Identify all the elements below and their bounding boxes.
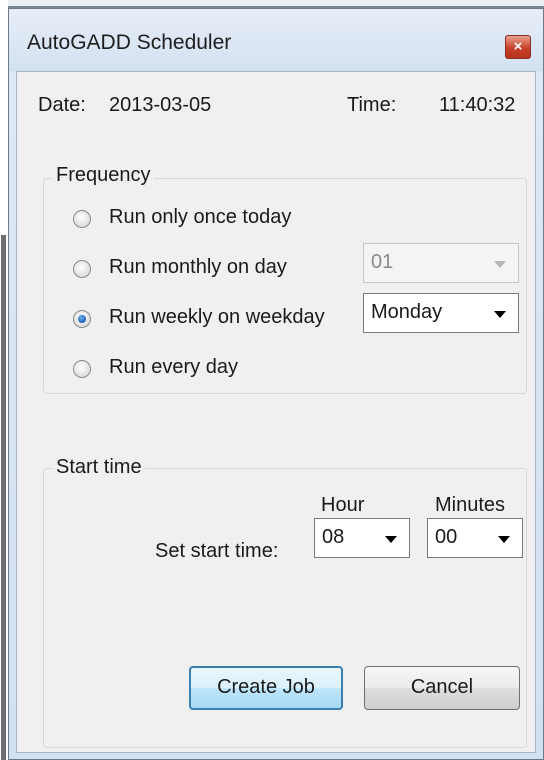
radio-button[interactable] [73, 260, 91, 278]
window-title: AutoGADD Scheduler [27, 31, 232, 54]
weekday-value: Monday [371, 301, 443, 323]
radio-run-monthly-label: Run monthly on day [109, 256, 287, 278]
weekday-combo[interactable]: Monday [363, 293, 519, 333]
dialog-body: Date: 2013-03-05 Time: 11:40:32 Frequenc… [16, 71, 536, 753]
time-value: 11:40:32 [439, 94, 516, 116]
close-button[interactable]: × [505, 35, 531, 59]
minutes-value: 00 [435, 526, 458, 548]
date-value: 2013-03-05 [109, 94, 212, 116]
hour-header: Hour [321, 494, 365, 516]
radio-run-weekly-label: Run weekly on weekday [109, 306, 325, 328]
chevron-down-icon [494, 261, 506, 268]
set-start-time-label: Set start time: [155, 540, 279, 562]
scheduler-window: AutoGADD Scheduler × Date: 2013-03-05 Ti… [8, 8, 544, 760]
start-time-legend: Start time [53, 456, 145, 479]
chevron-down-icon [494, 311, 506, 318]
date-label: Date: [38, 94, 86, 116]
radio-run-once-label: Run only once today [109, 206, 292, 228]
radio-run-every-day[interactable]: Run every day [73, 356, 353, 384]
radio-run-weekly[interactable]: Run weekly on weekday [73, 306, 358, 334]
frequency-legend: Frequency [53, 164, 154, 187]
title-bar[interactable]: AutoGADD Scheduler × [9, 9, 543, 71]
create-job-button[interactable]: Create Job [189, 666, 343, 710]
background-edge [8, 0, 544, 8]
time-label: Time: [347, 94, 397, 116]
radio-button-selected[interactable] [73, 310, 91, 328]
hour-combo[interactable]: 08 [314, 518, 410, 558]
minutes-header: Minutes [435, 494, 506, 516]
radio-button[interactable] [73, 360, 91, 378]
background-scrollbar [1, 235, 6, 760]
hour-value: 08 [322, 526, 345, 548]
chevron-down-icon [385, 536, 397, 543]
radio-run-once[interactable]: Run only once today [73, 206, 353, 234]
cancel-button[interactable]: Cancel [364, 666, 520, 710]
monthly-day-combo[interactable]: 01 [363, 243, 519, 283]
radio-run-monthly[interactable]: Run monthly on day [73, 256, 353, 284]
minutes-combo[interactable]: 00 [427, 518, 523, 558]
chevron-down-icon [498, 536, 510, 543]
radio-run-every-day-label: Run every day [109, 356, 238, 378]
close-icon: × [513, 38, 523, 55]
monthly-day-value: 01 [371, 251, 394, 273]
radio-button[interactable] [73, 210, 91, 228]
desktop-background [0, 0, 8, 760]
